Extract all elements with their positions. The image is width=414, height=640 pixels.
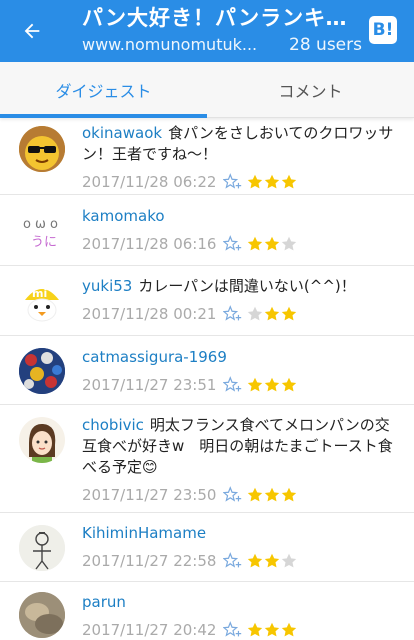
comment-item: catmassigura-1969 2017/11/27 23:51 — [0, 336, 414, 405]
star-empty-icon — [281, 553, 297, 568]
avatar[interactable] — [19, 592, 65, 638]
star-rating — [247, 174, 298, 190]
avatar[interactable] — [19, 525, 65, 571]
star-rating — [247, 236, 298, 252]
username[interactable]: yuki53 — [82, 277, 132, 295]
star-icon — [264, 377, 280, 392]
comment-text: chobivic 明太フランス食べてメロンパンの交互食べが好きw 明日の朝はたまご… — [82, 416, 393, 476]
svg-text:うに: うに — [31, 235, 57, 250]
add-star-icon[interactable] — [223, 376, 243, 394]
star-empty-icon — [281, 236, 297, 251]
star-icon — [264, 306, 280, 321]
star-icon — [281, 174, 297, 189]
header-titles: パン大好き！パンランキン... www.nomunomutuk... 28 us… — [82, 4, 362, 57]
timestamp: 2017/11/27 22:58 — [82, 552, 217, 570]
star-icon — [247, 236, 263, 251]
star-icon — [281, 377, 297, 392]
timestamp: 2017/11/27 20:42 — [82, 621, 217, 639]
star-icon — [281, 306, 297, 321]
tab-digest[interactable]: ダイジェスト — [0, 62, 207, 118]
svg-text:o: o — [50, 217, 58, 232]
tab-bar: ダイジェスト コメント — [0, 62, 414, 118]
timestamp: 2017/11/27 23:50 — [82, 486, 217, 504]
avatar[interactable] — [19, 417, 65, 463]
star-rating — [247, 306, 298, 322]
username[interactable]: okinawaok — [82, 124, 162, 142]
star-empty-icon — [247, 306, 263, 321]
username[interactable]: chobivic — [82, 416, 144, 434]
hatena-bookmark-button[interactable]: B! — [369, 16, 397, 44]
star-icon — [247, 553, 263, 568]
app-bar: パン大好き！パンランキン... www.nomunomutuk... 28 us… — [0, 0, 414, 62]
add-star-icon[interactable] — [223, 621, 243, 639]
add-star-icon[interactable] — [223, 486, 243, 504]
star-rating — [247, 622, 298, 638]
star-icon — [281, 487, 297, 502]
star-rating — [247, 487, 298, 503]
star-icon — [247, 377, 263, 392]
users-count[interactable]: 28 users — [289, 33, 362, 57]
comment-text: yuki53 カレーパンは間違いない(^^)！ — [82, 277, 356, 295]
star-rating — [247, 553, 298, 569]
back-button[interactable] — [16, 15, 48, 47]
timestamp: 2017/11/27 23:51 — [82, 376, 217, 394]
svg-text:o: o — [23, 217, 31, 232]
timestamp: 2017/11/28 06:22 — [82, 173, 217, 191]
comment-text: okinawaok 食パンをさしおいてのクロワッサン！王者ですね〜！ — [82, 124, 394, 163]
avatar[interactable]: mi — [19, 278, 65, 324]
add-star-icon[interactable] — [223, 305, 243, 323]
username[interactable]: catmassigura-1969 — [82, 348, 227, 366]
tab-comments[interactable]: コメント — [207, 62, 414, 118]
comment-item: chobivic 明太フランス食べてメロンパンの交互食べが好きw 明日の朝はたまご… — [0, 405, 414, 513]
username[interactable]: kamomako — [82, 207, 165, 225]
username[interactable]: parun — [82, 593, 126, 611]
username[interactable]: KihiminHamame — [82, 524, 206, 542]
svg-text:mi: mi — [32, 287, 47, 300]
tab-indicator — [0, 114, 207, 118]
add-star-icon[interactable] — [223, 235, 243, 253]
timestamp: 2017/11/28 06:16 — [82, 235, 217, 253]
comment-item: o ω o うに kamomako 2017/11/28 06:16 — [0, 195, 414, 266]
add-star-icon[interactable] — [223, 173, 243, 191]
star-icon — [247, 487, 263, 502]
star-icon — [281, 622, 297, 637]
avatar[interactable] — [19, 348, 65, 394]
arrow-left-icon — [24, 23, 40, 39]
star-icon — [247, 622, 263, 637]
add-star-icon[interactable] — [223, 552, 243, 570]
star-icon — [264, 236, 280, 251]
star-icon — [264, 487, 280, 502]
page-title: パン大好き！パンランキン... — [82, 6, 362, 30]
star-icon — [247, 174, 263, 189]
svg-text:ω: ω — [35, 217, 46, 232]
comment-text: parun — [82, 592, 402, 613]
star-icon — [264, 622, 280, 637]
comment-text: KihiminHamame — [82, 523, 402, 544]
comment-item: KihiminHamame 2017/11/27 22:58 — [0, 513, 414, 582]
avatar[interactable]: o ω o うに — [19, 208, 65, 254]
comment-text: catmassigura-1969 — [82, 347, 402, 368]
page-url: www.nomunomutuk... — [82, 35, 258, 54]
star-icon — [264, 174, 280, 189]
timestamp: 2017/11/28 00:21 — [82, 305, 217, 323]
star-icon — [264, 553, 280, 568]
star-rating — [247, 377, 298, 393]
avatar[interactable] — [19, 126, 65, 172]
comment-item: mi yuki53 カレーパンは間違いない(^^)！ 2017/11/28 00:… — [0, 266, 414, 336]
comment-item: parun 2017/11/27 20:42 — [0, 582, 414, 640]
comment-item: okinawaok 食パンをさしおいてのクロワッサン！王者ですね〜！ 2017/1… — [0, 119, 414, 195]
comment-text: kamomako — [82, 206, 402, 227]
